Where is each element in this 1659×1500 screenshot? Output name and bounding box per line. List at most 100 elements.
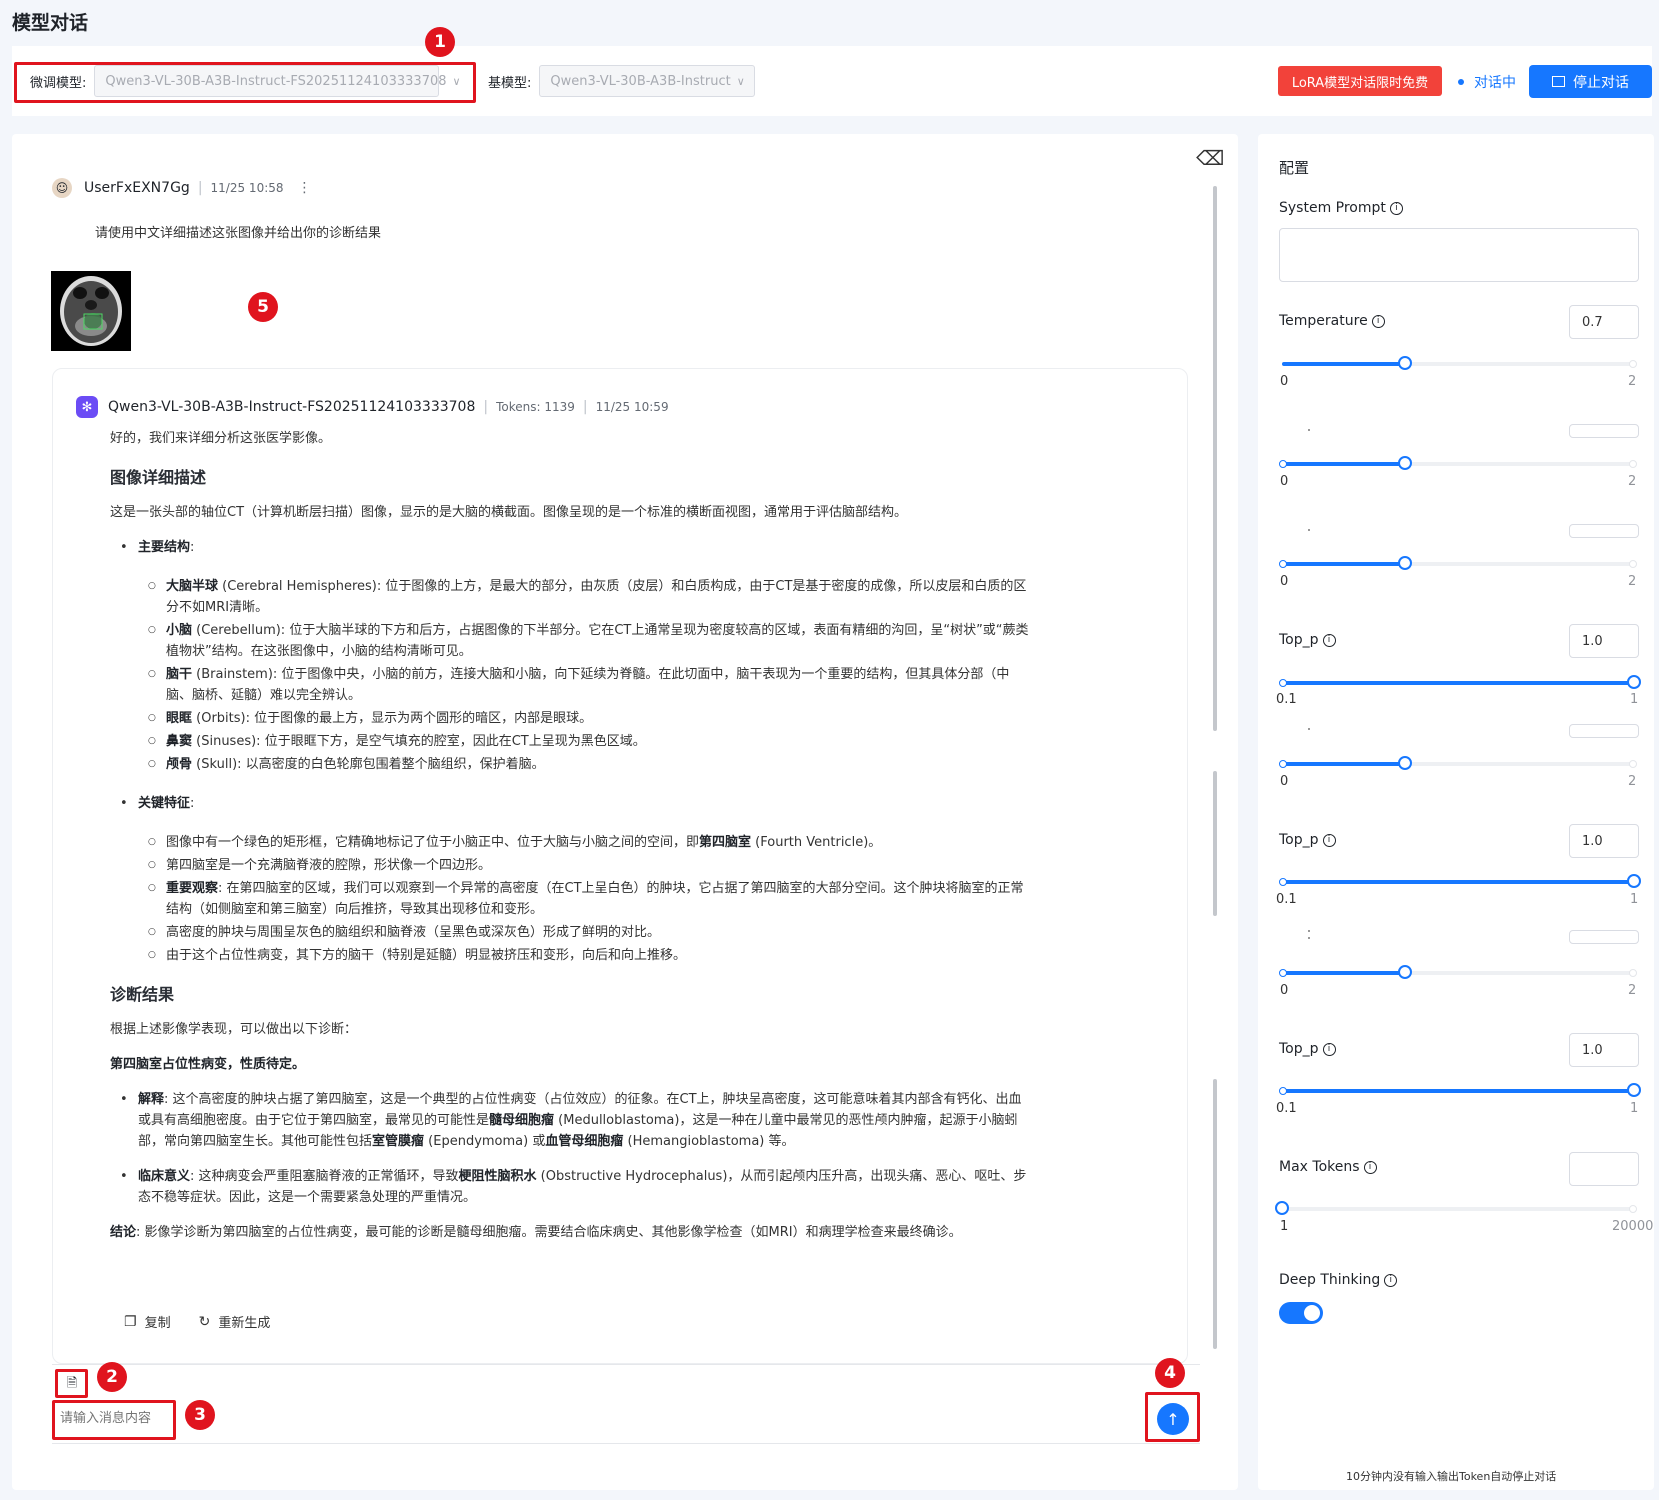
label-stub <box>1308 930 1310 932</box>
top-p-slider[interactable] <box>1279 675 1641 689</box>
info-icon[interactable]: i <box>1322 833 1336 847</box>
temperature-label: Temperature i <box>1279 313 1385 329</box>
term: 大脑半球 <box>166 579 219 594</box>
param-slider[interactable] <box>1279 756 1637 770</box>
status-dot-icon <box>1458 79 1464 85</box>
param-max: 2 <box>1628 574 1637 589</box>
top-p-label-text: Top_p <box>1279 832 1319 848</box>
param-input[interactable] <box>1569 724 1639 738</box>
top-p-input[interactable]: 1.0 <box>1569 1033 1639 1067</box>
copy-icon: ❐ <box>124 1313 137 1330</box>
more-vertical-icon[interactable]: ⋮ <box>298 180 312 196</box>
diagnosis-text: 第四脑室占位性病变，性质待定。 <box>110 1057 306 1072</box>
list-item: 解释: 这个高密度的肿块占据了第四脑室，这是一个典型的占位性病变（占位效应）的征… <box>120 1089 1030 1152</box>
copy-button[interactable]: ❐ 复制 <box>124 1312 171 1332</box>
top-p-slider[interactable] <box>1279 874 1641 888</box>
user-message-header: ☺ UserFxEXN7Gg | 11/25 10:58 ⋮ <box>52 178 312 198</box>
temperature-input[interactable]: 0.7 <box>1569 305 1639 339</box>
label-stub <box>1308 429 1310 431</box>
term: 眼眶 <box>166 711 193 726</box>
conclusion-text: : 影像学诊断为第四脑室的占位性病变，最可能的诊断是髓母细胞瘤。需要结合临床病史… <box>136 1225 962 1240</box>
annotation-badge-4: 4 <box>1155 1358 1185 1388</box>
slider-thumb[interactable] <box>1627 675 1641 689</box>
list-item: 高密度的肿块与周围呈灰色的脑组织和脑脊液（呈黑色或深灰色）形成了鲜明的对比。 <box>148 922 1030 943</box>
annotation-box-2 <box>55 1369 88 1398</box>
slider-thumb[interactable] <box>1275 1201 1289 1215</box>
info-icon[interactable]: i <box>1384 1273 1398 1287</box>
param-min: 0 <box>1280 474 1289 489</box>
max-tokens-label: Max Tokens i <box>1279 1159 1377 1175</box>
param-min: 0 <box>1280 574 1289 589</box>
top-p-label-text: Top_p <box>1279 632 1319 648</box>
chat-scrollbar[interactable] <box>1213 186 1217 1356</box>
chat-status: 对话中 <box>1458 72 1516 92</box>
temperature-slider[interactable] <box>1282 356 1637 370</box>
info-icon[interactable]: i <box>1363 1160 1377 1174</box>
regenerate-button[interactable]: ↻ 重新生成 <box>199 1312 271 1332</box>
base-model-label: 基模型: <box>488 75 532 91</box>
param-input[interactable] <box>1569 524 1639 538</box>
annotation-box-1 <box>14 62 476 103</box>
base-model-select[interactable]: Qwen3-VL-30B-A3B-Instruct ∨ <box>539 65 756 97</box>
term-text: (Cerebral Hemispheres): 位于图像的上方，是最大的部分，由… <box>166 579 1027 615</box>
info-icon[interactable]: i <box>1322 1042 1336 1056</box>
info-icon[interactable]: i <box>1389 201 1403 215</box>
scrollbar-thumb[interactable] <box>1213 771 1217 916</box>
info-icon[interactable]: i <box>1371 314 1385 328</box>
param-input[interactable] <box>1569 424 1639 438</box>
top-p-max: 1 <box>1630 892 1639 907</box>
top-p-min: 0.1 <box>1276 1101 1297 1116</box>
list-item: 图像中有一个绿色的矩形框，它精确地标记了位于小脑正中、位于大脑与小脑之间的空间，… <box>148 832 1030 853</box>
param-input[interactable] <box>1569 930 1639 944</box>
deep-thinking-toggle[interactable] <box>1279 1302 1323 1324</box>
max-tokens-input[interactable] <box>1569 1152 1639 1186</box>
ct-scan-thumbnail[interactable] <box>51 271 131 351</box>
annotation-box-3 <box>52 1400 176 1440</box>
param-slider[interactable] <box>1279 456 1637 470</box>
max-tokens-label-text: Max Tokens <box>1279 1159 1360 1175</box>
top-p-label: Top_p i <box>1279 632 1336 648</box>
assistant-model-name: Qwen3-VL-30B-A3B-Instruct-FS202511241033… <box>108 399 476 415</box>
top-p-slider[interactable] <box>1279 1083 1641 1097</box>
annotation-box-4 <box>1145 1392 1200 1442</box>
base-model-value: Qwen3-VL-30B-A3B-Instruct <box>550 73 731 89</box>
system-prompt-label-text: System Prompt <box>1279 200 1386 216</box>
temperature-max: 2 <box>1628 374 1637 389</box>
list-item: 由于这个占位性病变，其下方的脑干（特别是延髓）明显被挤压和变形，向后和向上推移。 <box>148 945 1030 966</box>
top-p-input[interactable]: 1.0 <box>1569 624 1639 658</box>
model-logo-icon: ✻ <box>76 396 98 418</box>
slider-thumb[interactable] <box>1627 874 1641 888</box>
exp-text: (Ependymoma) 或 <box>424 1134 546 1149</box>
term-text: (Orbits): 位于图像的最上方，显示为两个圆形的暗区，内部是眼球。 <box>192 711 593 726</box>
clear-chat-icon[interactable]: ⌫ <box>1196 146 1224 170</box>
diagnosis-list: 解释: 这个高密度的肿块占据了第四脑室，这是一个典型的占位性病变（占位效应）的征… <box>120 1089 1030 1208</box>
user-avatar: ☺ <box>52 178 72 198</box>
top-p-max: 1 <box>1630 1101 1639 1116</box>
assistant-intro: 好的，我们来详细分析这张医学影像。 <box>110 431 332 446</box>
slider-thumb[interactable] <box>1627 1083 1641 1097</box>
term: 临床意义 <box>138 1169 191 1184</box>
param-min: 0 <box>1280 774 1289 789</box>
top-p-input[interactable]: 1.0 <box>1569 824 1639 858</box>
main-structures-list: 大脑半球 (Cerebral Hemispheres): 位于图像的上方，是最大… <box>148 576 1030 775</box>
info-icon[interactable]: i <box>1322 633 1336 647</box>
annotation-badge-1: 1 <box>425 27 455 57</box>
max-tokens-slider[interactable] <box>1275 1201 1637 1215</box>
user-message-time: 11/25 10:58 <box>210 181 284 195</box>
scrollbar-thumb[interactable] <box>1213 186 1217 731</box>
top-p-label-text: Top_p <box>1279 1041 1319 1057</box>
param-slider[interactable] <box>1279 556 1637 570</box>
scrollbar-thumb[interactable] <box>1213 1079 1217 1349</box>
section-heading-description: 图像详细描述 <box>110 468 207 487</box>
exp-text: (Hemangioblastoma) 等。 <box>623 1134 795 1149</box>
diagnosis-intro: 根据上述影像学表现，可以做出以下诊断： <box>110 1022 358 1037</box>
term-text: (Cerebellum): 位于大脑半球的下方和后方，占据图像的下半部分。它在C… <box>166 623 1029 659</box>
kf-text: : 在第四脑室的区域，我们可以观察到一个异常的高密度（在CT上呈白色）的肿块，它… <box>166 881 1024 917</box>
max-tokens-max: 20000 <box>1612 1219 1654 1234</box>
param-slider[interactable] <box>1279 965 1637 979</box>
system-prompt-input[interactable] <box>1279 228 1639 282</box>
user-message-text: 请使用中文详细描述这张图像并给出你的诊断结果 <box>95 226 382 241</box>
stop-chat-button[interactable]: 停止对话 <box>1529 65 1652 98</box>
list-item: 颅骨 (Skull): 以高密度的白色轮廓包围着整个脑组织，保护着脑。 <box>148 754 1030 775</box>
regenerate-label: 重新生成 <box>218 1316 271 1331</box>
